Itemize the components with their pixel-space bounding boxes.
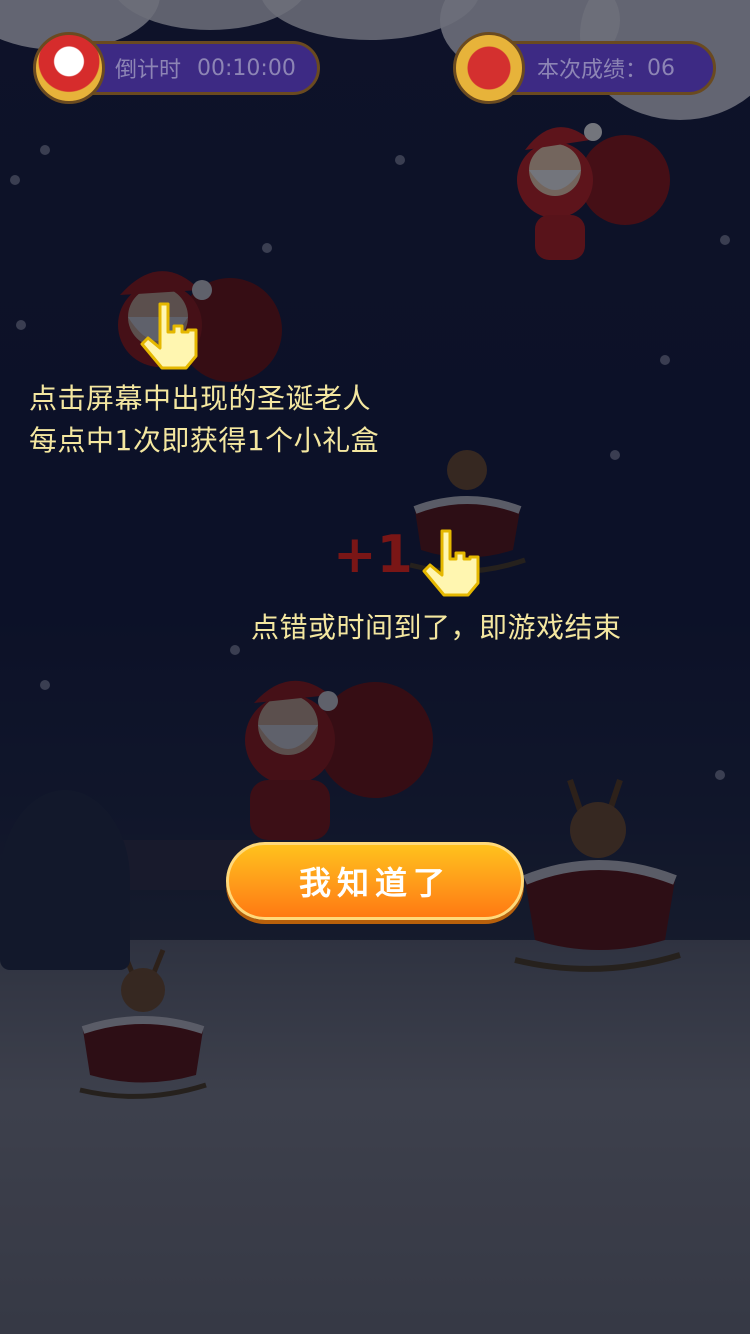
tutorial-overlay: [0, 0, 750, 1334]
pointing-hand-icon: [140, 302, 198, 370]
countdown-value: 00:10:00: [197, 55, 296, 81]
tip-game-over: 点错或时间到了，即游戏结束: [251, 611, 622, 644]
pointing-hand-icon: [422, 529, 480, 597]
tip-tap-santa: 点击屏幕中出现的圣诞老人 每点中1次即获得1个小礼盒: [29, 378, 379, 462]
gift-box-icon: [453, 32, 525, 104]
got-it-button[interactable]: 我知道了: [226, 842, 524, 920]
plus-one-score: +1: [333, 525, 413, 585]
countdown-label: 倒计时: [115, 58, 182, 83]
tip-tap-line-2: 每点中1次即获得1个小礼盒: [29, 424, 380, 457]
score-label: 本次成绩：: [537, 58, 648, 83]
santa-avatar-icon: [33, 32, 105, 104]
game-scene[interactable]: 倒计时 00:10:00 本次成绩： 06 +1 点击屏幕中出现的圣诞老人 每点…: [0, 0, 750, 1334]
tip-tap-line-1: 点击屏幕中出现的圣诞老人: [29, 382, 372, 415]
score-value: 06: [647, 55, 676, 81]
